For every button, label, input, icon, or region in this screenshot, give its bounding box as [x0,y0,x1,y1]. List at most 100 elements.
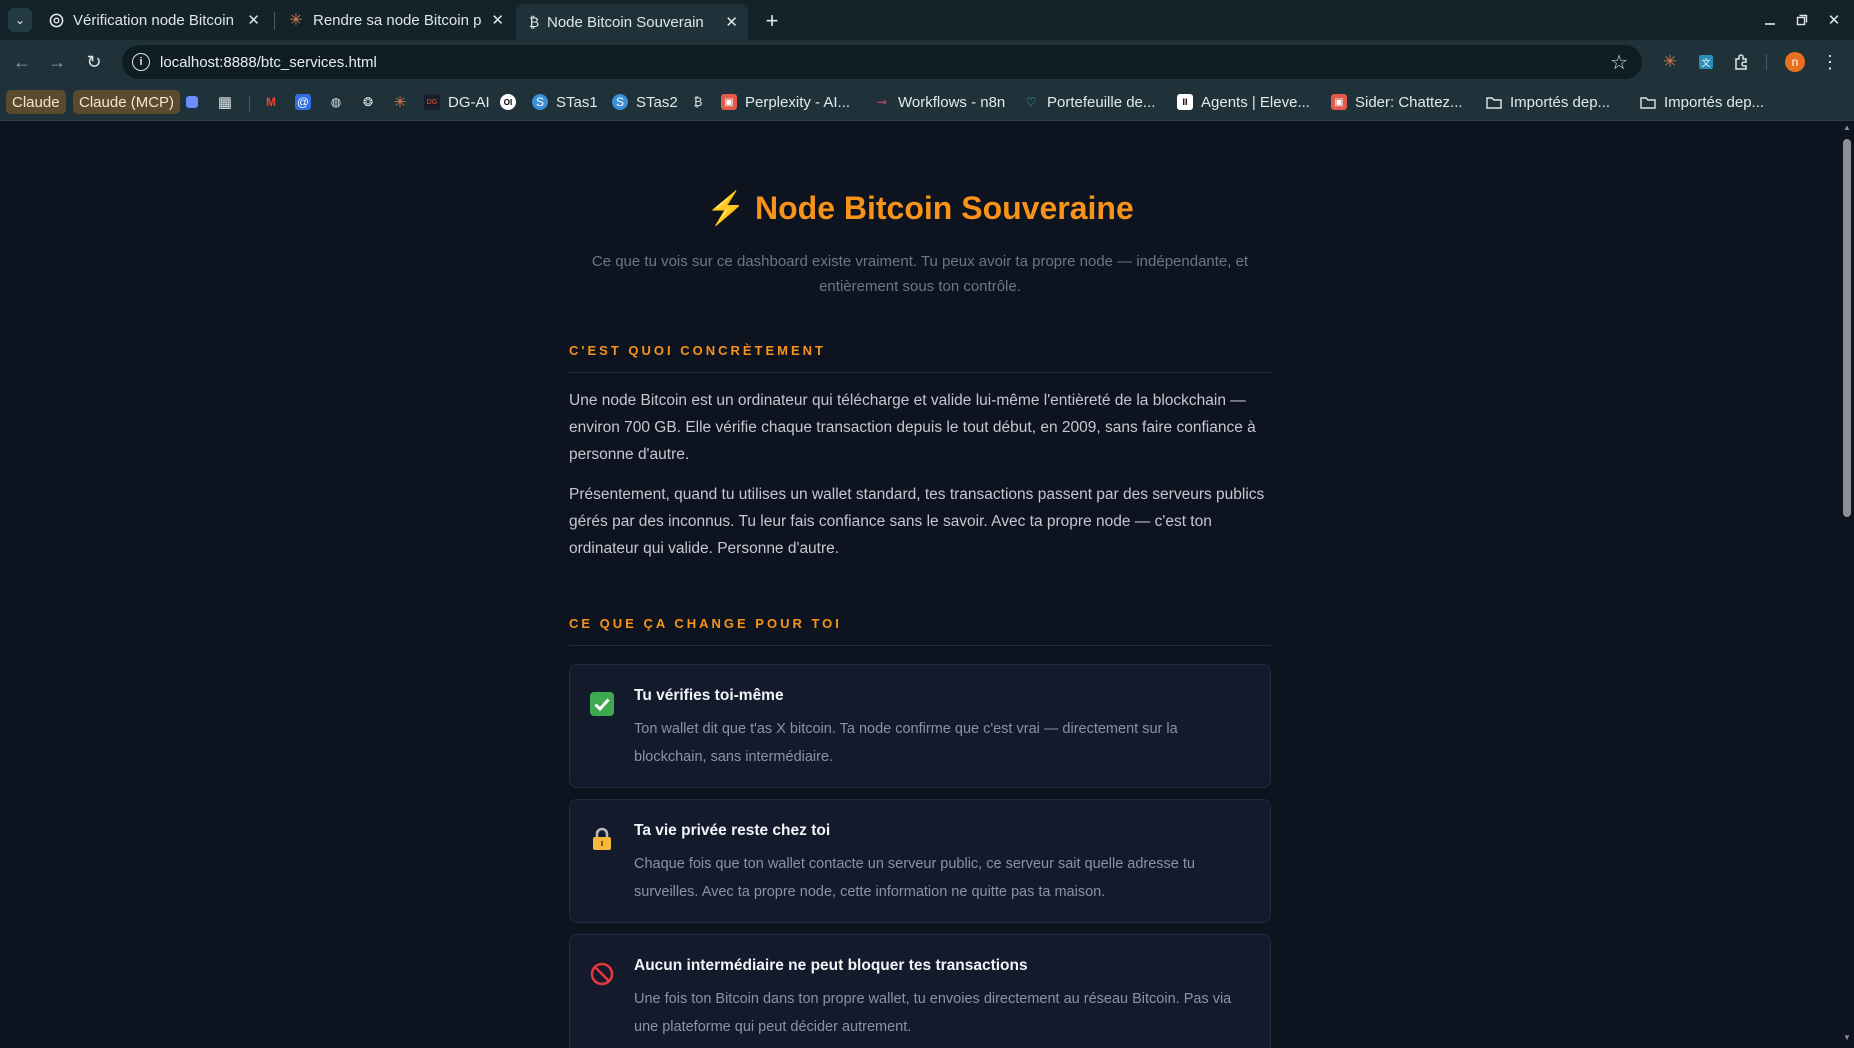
bookmark-n8n[interactable]: ⊸ Workflows - n8n [874,90,1005,114]
scrollbar-thumb[interactable] [1843,139,1851,517]
bookmark-separator [249,96,250,112]
card-description: Chaque fois que ton wallet contacte un s… [634,856,1195,900]
synology-icon: S [532,94,548,110]
restore-button[interactable] [1790,8,1814,32]
bookmark-label: Importés dep... [1510,93,1611,111]
translate-extension-icon[interactable]: 文 [1696,52,1716,72]
new-tab-button[interactable]: + [758,7,786,35]
url-text: localhost:8888/btc_services.html [160,53,377,71]
bookmark-claude-mcp[interactable]: Claude (MCP) [73,90,181,114]
kebab-menu-icon[interactable]: ⋮ [1820,52,1840,72]
page-title-text: Node Bitcoin Souveraine [755,190,1134,226]
bookmark-folder-2[interactable]: Importés dep... [1640,90,1764,114]
bookmark-elevenlabs[interactable]: II Agents | Eleve... [1177,90,1310,114]
bookmark-oi[interactable]: OI [500,90,524,114]
bookmark-chatgpt[interactable]: ❂ [360,90,384,114]
check-icon [589,691,615,717]
bookmark-label: Perplexity - AI... [745,93,851,111]
lock-icon [589,826,615,852]
bookmark-sider[interactable]: ▣ Sider: Chattez... [1331,90,1463,114]
close-icon[interactable]: ✕ [725,13,738,31]
bookmark-stas1[interactable]: S STas1 [532,90,598,114]
folder-icon [1486,94,1502,110]
bookmark-stas2[interactable]: S STas2 [612,90,678,114]
tab-search-button[interactable]: ⌄ [8,8,32,32]
dg-ai-icon: DG [424,94,440,110]
tab-title: Rendre sa node Bitcoin p [313,11,482,29]
tab-title: Vérification node Bitcoin [73,11,234,29]
tab-verification-node[interactable]: Vérification node Bitcoin ✕ [38,4,270,36]
oi-icon: OI [500,94,516,110]
close-icon[interactable]: ✕ [491,11,504,29]
gmail-icon: M [266,95,276,109]
address-bar[interactable]: i localhost:8888/btc_services.html ☆ [122,45,1642,79]
square-icon [186,96,198,108]
paragraph-2: Présentement, quand tu utilises un walle… [569,486,1265,557]
tab-title: Node Bitcoin Souverain [547,13,704,31]
bookmark-label: STas2 [636,93,678,111]
claude-extension-icon[interactable]: ✳ [1660,52,1680,72]
bookmark-claude[interactable]: Claude [6,90,66,114]
sider-icon: ▣ [1331,94,1347,110]
lightning-icon: ⚡ [706,190,747,226]
tab-bar: ⌄ Vérification node Bitcoin ✕ ✳ Rendre s… [0,0,1854,40]
bookmark-label: Claude (MCP) [79,93,175,111]
close-window-button[interactable]: ✕ [1822,8,1846,32]
back-button[interactable]: ← [10,50,34,74]
main-content: ⚡ Node Bitcoin Souveraine Ce que tu vois… [569,121,1271,1048]
bookmark-perplexity[interactable]: ▣ Perplexity - AI... [721,90,850,114]
section-heading-concretement: C'est quoi concrètement [569,343,1271,373]
reload-button[interactable]: ↻ [82,50,106,74]
claude-icon: ✳ [289,12,303,29]
bookmark-claude-ai[interactable]: ✳ [392,90,416,114]
card-title: Ta vie privée reste chez toi [634,822,831,839]
extensions-icon[interactable] [1732,52,1752,72]
card-description: Une fois ton Bitcoin dans ton propre wal… [634,991,1232,1035]
bookmarks-bar: Claude Claude (MCP) ▦ M @ ◍ ❂ ✳ DG DG-AI … [0,84,1854,121]
page-subtitle: Ce que tu vois sur ce dashboard existe v… [591,253,1249,295]
globe-icon: ◍ [330,95,342,109]
openai-icon [48,12,64,28]
mail-icon: @ [295,94,311,110]
bookmark-mail[interactable]: @ [295,90,319,114]
minimize-button[interactable] [1758,8,1782,32]
grid-icon: ▦ [217,94,233,111]
bookmark-label: Sider: Chattez... [1355,93,1463,111]
bookmark-label: Importés dep... [1664,93,1765,111]
folder-icon [1640,94,1656,110]
image-icon: ▣ [721,94,737,110]
bookmark-label: Portefeuille de... [1047,93,1156,111]
bookmark-app-2[interactable]: ▦ [217,90,241,114]
site-info-icon[interactable]: i [132,53,150,71]
prohibited-icon [589,961,615,987]
bookmark-bitcoin[interactable]: ₿ [690,90,714,114]
bitcoin-icon: ₿ [528,14,540,30]
tab-rendre-node[interactable]: ✳ Rendre sa node Bitcoin p ✕ [278,4,514,36]
scroll-down-arrow[interactable]: ▼ [1843,1033,1851,1042]
bookmark-star-icon[interactable]: ☆ [1610,50,1628,75]
card-title: Aucun intermédiaire ne peut bloquer tes … [634,957,1028,974]
bookmark-gmail[interactable]: M [263,90,287,114]
forward-button[interactable]: → [45,50,69,74]
section-heading-ce-que-ca-change: Ce que ça change pour toi [569,616,1271,646]
bookmark-dg-ai[interactable]: DG DG-AI [424,90,490,114]
bookmark-portefeuille[interactable]: ♡ Portefeuille de... [1023,90,1156,114]
n8n-icon: ⊸ [876,95,888,109]
benefit-card-no-intermediary: Aucun intermédiaire ne peut bloquer tes … [569,934,1271,1048]
page-title: ⚡ Node Bitcoin Souveraine [569,189,1271,227]
card-title: Tu vérifies toi-même [634,687,784,704]
tab-node-bitcoin-souveraine[interactable]: ₿ Node Bitcoin Souverain ✕ [516,4,748,40]
bookmark-label: Claude [12,93,60,111]
bitcoin-icon: ₿ [693,95,703,109]
bookmark-globe[interactable]: ◍ [328,90,352,114]
bookmark-folder-1[interactable]: Importés dep... [1486,90,1610,114]
bookmark-app-1[interactable] [186,90,206,114]
scroll-up-arrow[interactable]: ▲ [1843,123,1851,132]
profile-avatar[interactable]: n [1785,52,1805,72]
heart-icon: ♡ [1025,95,1037,109]
bookmark-label: Workflows - n8n [898,93,1006,111]
close-icon[interactable]: ✕ [247,11,260,29]
paragraph-1: Une node Bitcoin est un ordinateur qui t… [569,392,1256,463]
bookmark-label: Agents | Eleve... [1201,93,1310,111]
tab-separator [274,12,275,30]
